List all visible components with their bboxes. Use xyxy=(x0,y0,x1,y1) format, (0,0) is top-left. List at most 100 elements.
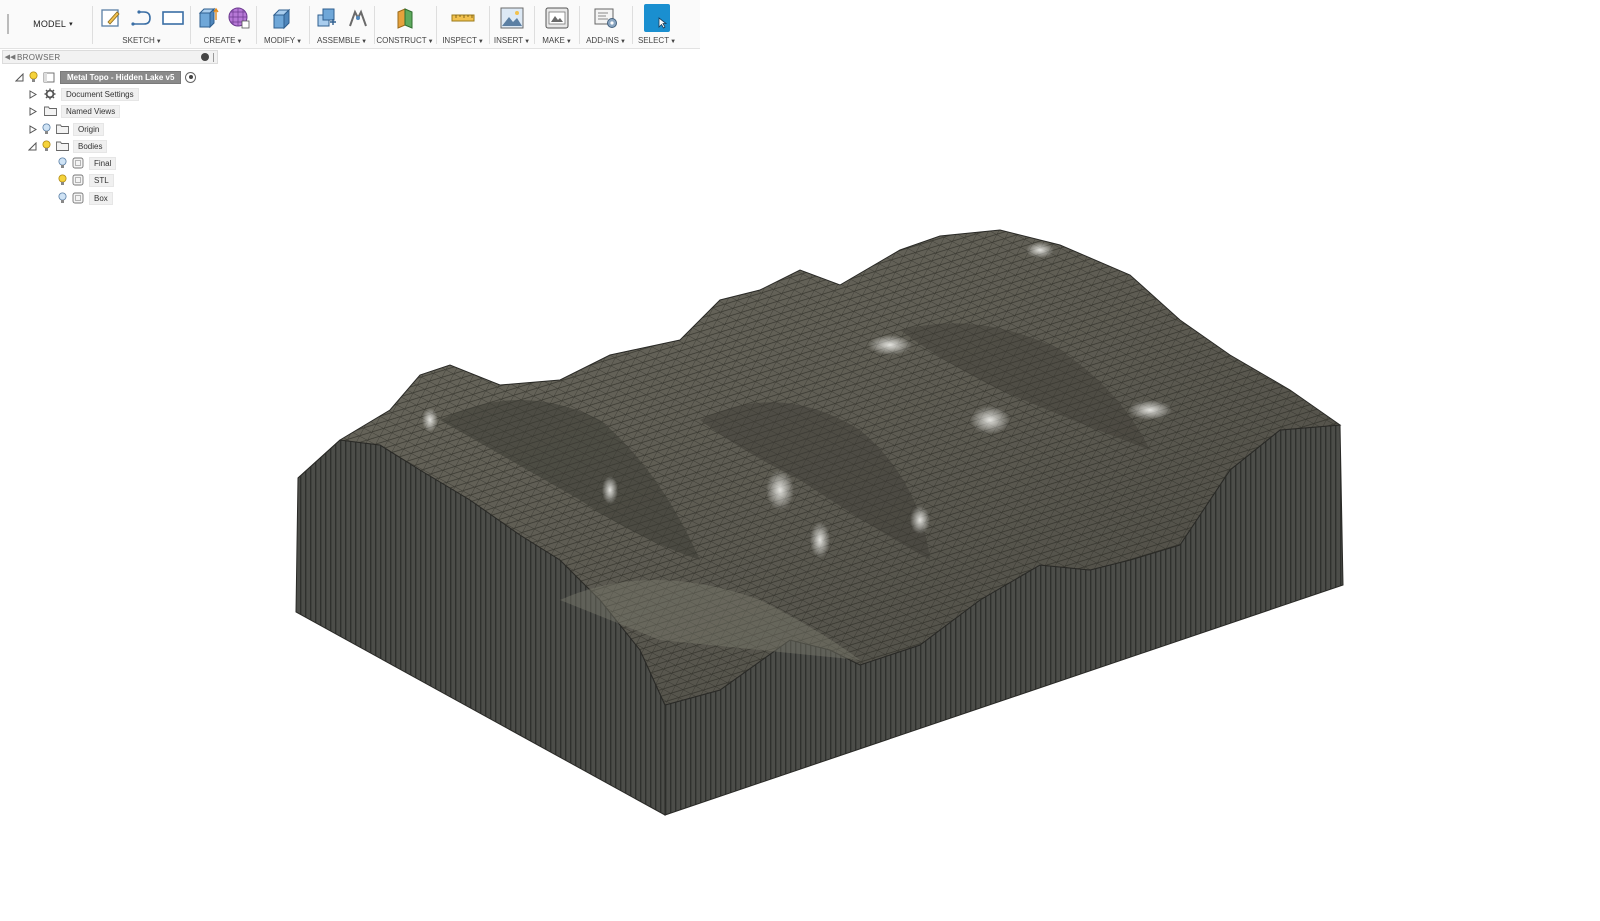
select-tool-button[interactable] xyxy=(644,4,670,32)
body-label: Box xyxy=(89,191,113,205)
folder-icon xyxy=(55,140,69,152)
select-menu-label: SELECT xyxy=(637,36,670,45)
joint-icon xyxy=(348,9,367,27)
lightbulb-icon[interactable] xyxy=(57,192,67,204)
measure-button[interactable] xyxy=(450,4,476,32)
chevron-down-icon: ▼ xyxy=(361,39,368,45)
extrude-button[interactable] xyxy=(195,4,221,32)
lightbulb-icon[interactable] xyxy=(57,157,67,169)
new-component-button[interactable] xyxy=(314,4,340,32)
toolbar-grip[interactable] xyxy=(7,14,9,34)
modify-menu[interactable]: MODIFY▼ xyxy=(257,36,309,45)
press-pull-icon xyxy=(272,8,291,30)
scripts-icon xyxy=(594,8,617,28)
sketch-icon xyxy=(101,9,120,27)
terrain-highlight xyxy=(910,506,930,534)
sketch-menu[interactable]: SKETCH▼ xyxy=(94,36,190,45)
toolbar-divider xyxy=(92,6,93,44)
browser-item-bodies[interactable]: Bodies xyxy=(27,138,108,154)
body-icon xyxy=(71,157,85,169)
body-icon xyxy=(71,192,85,204)
insert-menu-label: INSERT xyxy=(493,36,524,45)
inspect-menu-label: INSPECT xyxy=(442,36,477,45)
sketch-menu-label: SKETCH xyxy=(122,36,155,45)
workspace-label: MODEL xyxy=(33,19,67,29)
workspace-switcher[interactable]: MODEL ▾ xyxy=(16,10,90,38)
offset-plane-button[interactable] xyxy=(392,4,418,32)
scripts-addins-button[interactable] xyxy=(593,4,619,32)
construct-group: CONSTRUCT▼ xyxy=(375,0,435,48)
press-pull-button[interactable] xyxy=(270,4,296,32)
lightbulb-icon[interactable] xyxy=(41,140,51,152)
select-menu[interactable]: SELECT▼ xyxy=(633,36,681,45)
browser-item-document-settings[interactable]: Document Settings xyxy=(27,86,139,102)
chevron-down-icon: ▾ xyxy=(69,21,73,28)
browser-item-origin[interactable]: Origin xyxy=(27,121,105,137)
modify-menu-label: MODIFY xyxy=(263,36,296,45)
activate-radio-icon[interactable] xyxy=(185,71,197,83)
lightbulb-icon[interactable] xyxy=(57,174,67,186)
modify-group: MODIFY▼ xyxy=(257,0,309,48)
image-icon xyxy=(500,7,524,29)
panel-resize-handle[interactable] xyxy=(213,52,214,62)
collapsed-triangle-icon[interactable] xyxy=(27,106,37,116)
browser-item-label: Origin xyxy=(73,122,105,136)
make-menu[interactable]: MAKE▼ xyxy=(535,36,579,45)
assemble-group: ASSEMBLE▼ xyxy=(310,0,374,48)
expanded-triangle-icon[interactable] xyxy=(27,141,37,151)
create-form-button[interactable] xyxy=(226,4,252,32)
addins-menu[interactable]: ADD-INS▼ xyxy=(580,36,632,45)
body-icon xyxy=(71,174,85,186)
construct-menu[interactable]: CONSTRUCT▼ xyxy=(375,36,435,45)
plane-icon xyxy=(397,8,413,29)
make-menu-label: MAKE xyxy=(542,36,565,45)
create-menu[interactable]: CREATE▼ xyxy=(191,36,255,45)
body-label: STL xyxy=(89,173,114,187)
folder-icon xyxy=(55,123,69,135)
extrude-icon xyxy=(198,7,219,29)
terrain-model[interactable] xyxy=(295,229,1344,816)
terrain-highlight xyxy=(1128,400,1172,420)
toolbar: MODEL ▾ SKETCH▼ CREATE▼ MODIFY▼ ASSEMBLE… xyxy=(0,0,700,49)
chevron-down-icon: ▼ xyxy=(155,39,162,45)
lightbulb-icon[interactable] xyxy=(28,71,38,83)
rectangle-icon xyxy=(162,11,184,25)
insert-image-button[interactable] xyxy=(499,4,525,32)
model-viewport[interactable] xyxy=(0,210,1600,921)
chevron-down-icon: ▼ xyxy=(565,39,572,45)
measure-icon xyxy=(451,14,475,22)
joint-button[interactable] xyxy=(345,4,371,32)
lightbulb-icon[interactable] xyxy=(41,123,51,135)
3d-print-button[interactable] xyxy=(544,4,570,32)
browser-item-named-views[interactable]: Named Views xyxy=(27,103,121,119)
terrain-highlight xyxy=(422,408,438,432)
pin-icon[interactable] xyxy=(201,53,209,61)
addins-menu-label: ADD-INS xyxy=(586,36,619,45)
body-item-stl[interactable]: STL xyxy=(53,172,114,188)
body-label: Final xyxy=(89,156,117,170)
assemble-menu-label: ASSEMBLE xyxy=(316,36,361,45)
create-sketch-button[interactable] xyxy=(98,4,124,32)
document-name[interactable]: Metal Topo - Hidden Lake v5 xyxy=(60,70,182,84)
browser-root-node[interactable]: Metal Topo - Hidden Lake v5 xyxy=(14,69,197,85)
insert-menu[interactable]: INSERT▼ xyxy=(490,36,534,45)
create-menu-label: CREATE xyxy=(203,36,236,45)
gear-icon xyxy=(43,88,57,100)
browser-item-label: Named Views xyxy=(61,104,121,118)
line-tool-button[interactable] xyxy=(129,4,155,32)
rectangle-tool-button[interactable] xyxy=(160,4,186,32)
browser-header: ◀◀ BROWSER xyxy=(2,50,218,64)
chevron-down-icon: ▼ xyxy=(524,39,531,45)
collapsed-triangle-icon[interactable] xyxy=(27,124,37,134)
assemble-menu[interactable]: ASSEMBLE▼ xyxy=(310,36,374,45)
inspect-menu[interactable]: INSPECT▼ xyxy=(437,36,489,45)
expanded-triangle-icon[interactable] xyxy=(14,72,24,82)
collapsed-triangle-icon[interactable] xyxy=(27,89,37,99)
body-item-final[interactable]: Final xyxy=(53,155,117,171)
browser-item-label: Document Settings xyxy=(61,87,139,101)
inspect-group: INSPECT▼ xyxy=(437,0,489,48)
chevron-down-icon: ▼ xyxy=(236,39,243,45)
double-chevron-left-icon[interactable]: ◀◀ xyxy=(3,53,17,61)
cursor-arrow-icon xyxy=(658,17,667,29)
body-item-box[interactable]: Box xyxy=(53,190,113,206)
